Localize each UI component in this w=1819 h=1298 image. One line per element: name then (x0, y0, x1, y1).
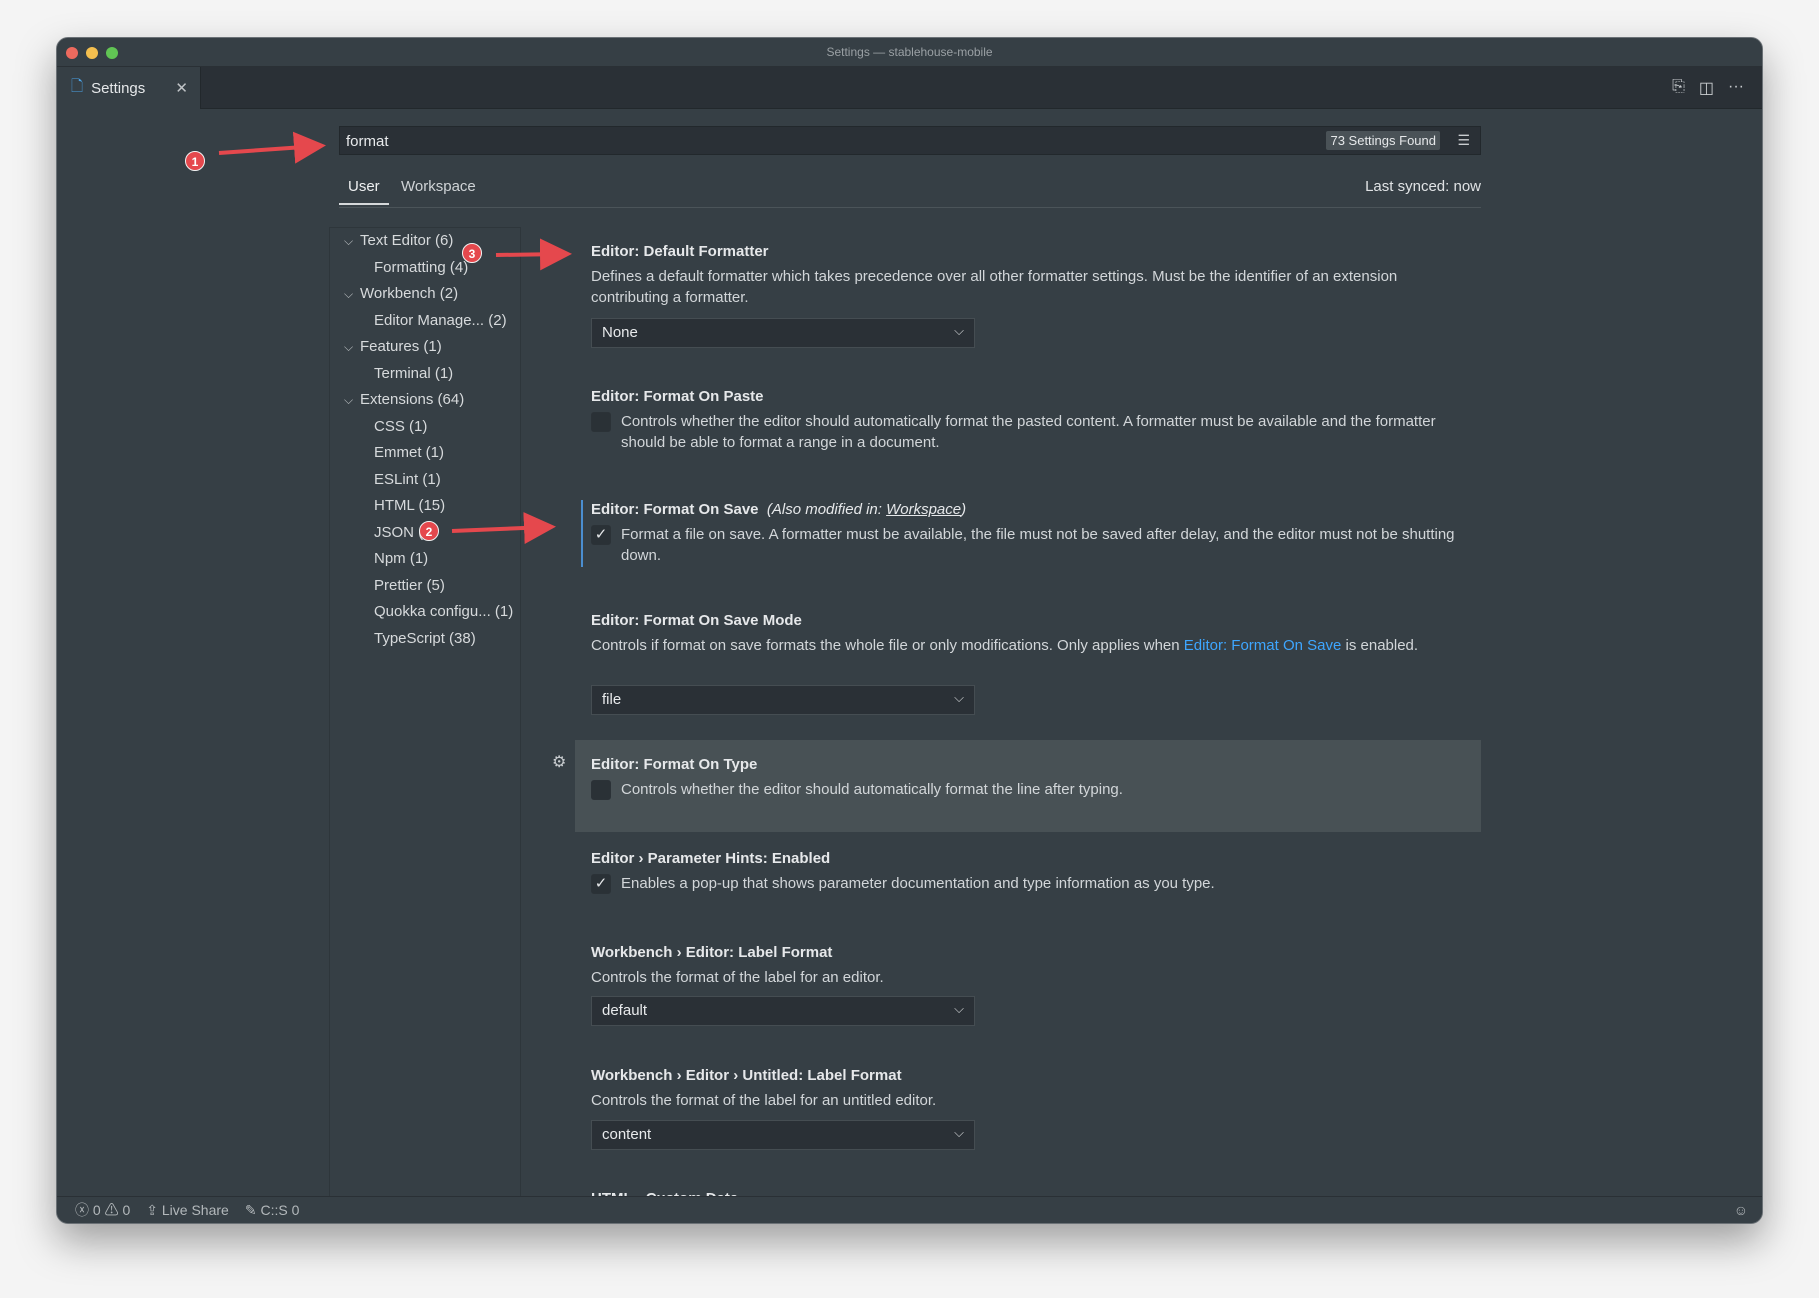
annotation-arrow-2 (451, 512, 556, 544)
annotation-arrow-1 (218, 131, 326, 164)
annotation-arrow-3 (495, 238, 572, 271)
annotation-badge-2: 2 (419, 521, 439, 541)
annotation-badge-3: 3 (462, 243, 482, 263)
annotation-arrows (218, 131, 572, 544)
annotation-badge-1: 1 (185, 151, 205, 171)
